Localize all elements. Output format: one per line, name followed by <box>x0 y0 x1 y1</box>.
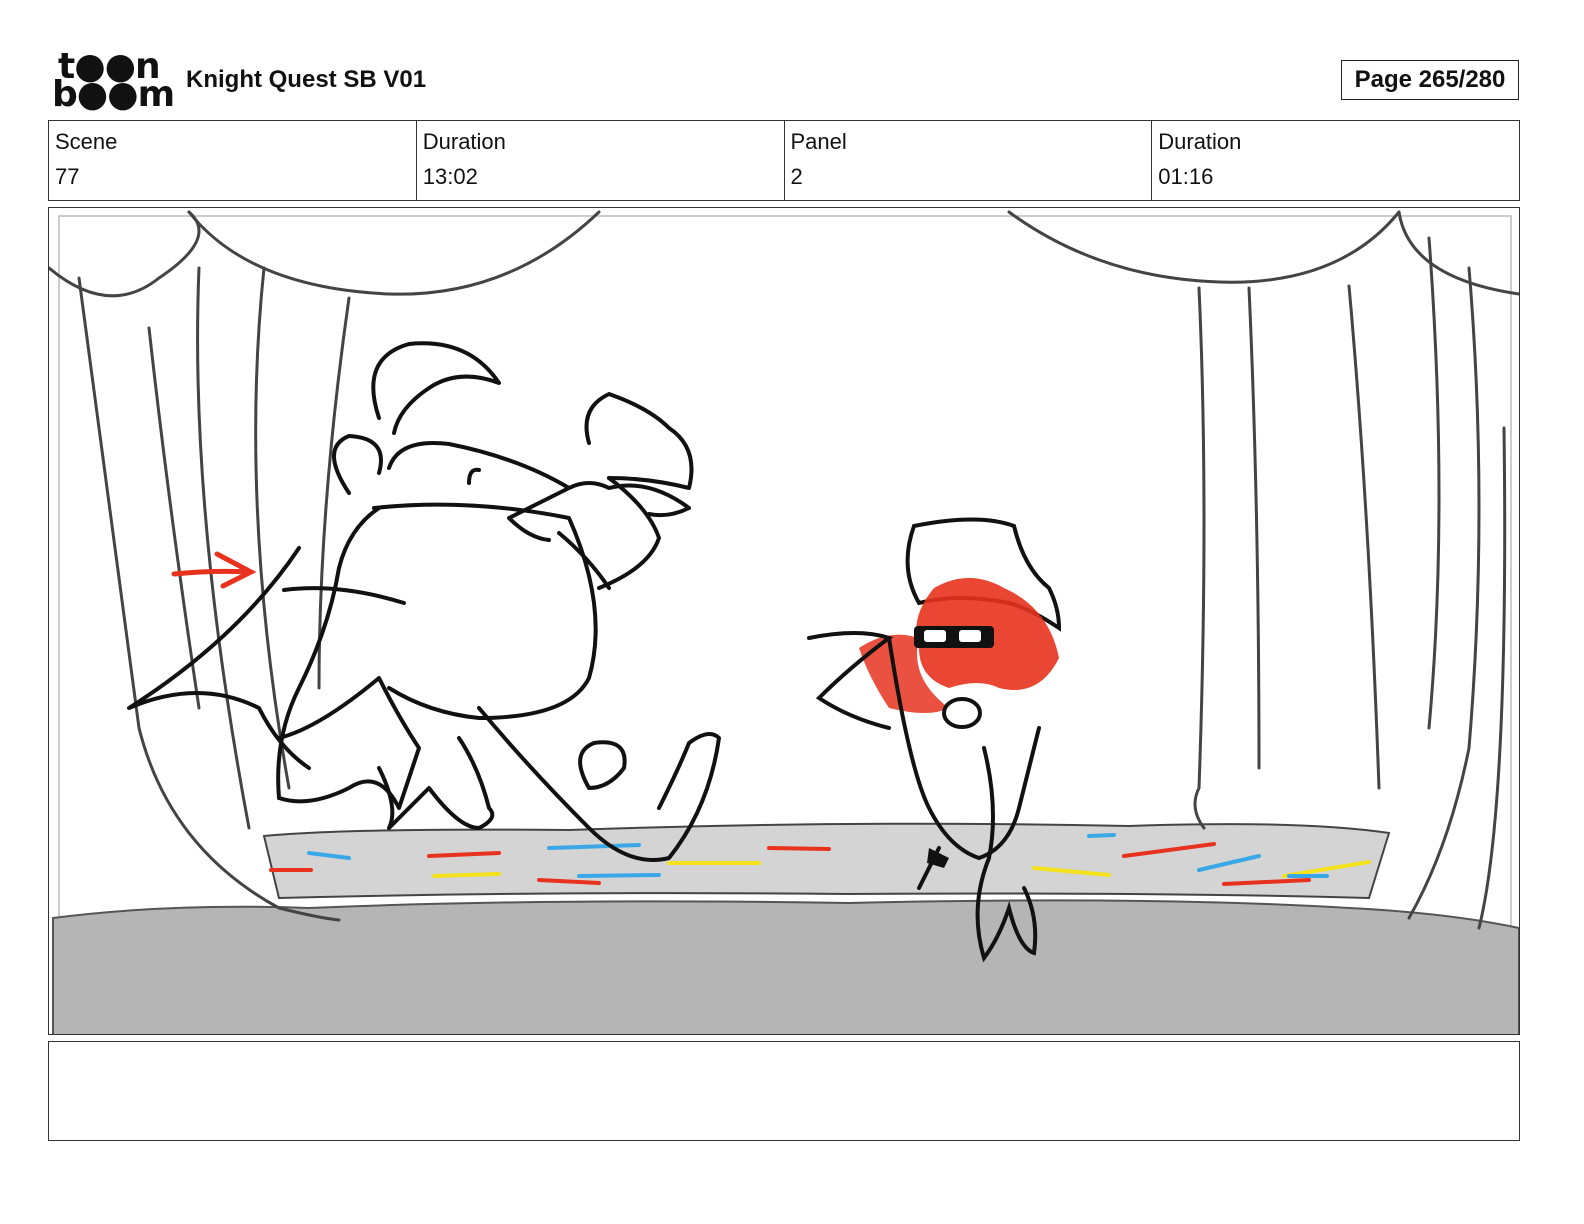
scene-duration-value: 13:02 <box>422 164 478 189</box>
panel-notes-box[interactable] <box>48 1041 1520 1141</box>
page-indicator: Page 265/280 <box>1341 60 1519 100</box>
panel-sketch <box>49 210 1519 1034</box>
project-title: Knight Quest SB V01 <box>186 66 427 93</box>
scene-cell: Scene 77 <box>49 121 417 200</box>
scene-info-row: Scene 77 Duration 13:02 Panel 2 Duration… <box>48 120 1520 201</box>
storyboard-panel[interactable] <box>48 207 1520 1035</box>
knight-character <box>127 341 721 862</box>
scene-value: 77 <box>55 164 80 189</box>
panel-duration-value: 01:16 <box>1158 164 1214 189</box>
panel-duration-cell: Duration 01:16 <box>1152 121 1519 200</box>
stage-floor <box>262 822 1391 900</box>
stage-curtains <box>49 210 1519 930</box>
scene-duration-cell: Duration 13:02 <box>417 121 785 200</box>
scene-label: Scene <box>55 129 118 154</box>
panel-label: Panel <box>790 129 847 154</box>
panel-duration-label: Duration <box>1158 129 1242 154</box>
logo-line-2: b●●m <box>52 74 175 115</box>
panel-cell: Panel 2 <box>785 121 1153 200</box>
stage-front <box>52 899 1519 1034</box>
scene-duration-label: Duration <box>422 129 506 154</box>
toonboom-logo: t●●n b●●m <box>52 49 175 113</box>
panel-value: 2 <box>790 164 803 189</box>
